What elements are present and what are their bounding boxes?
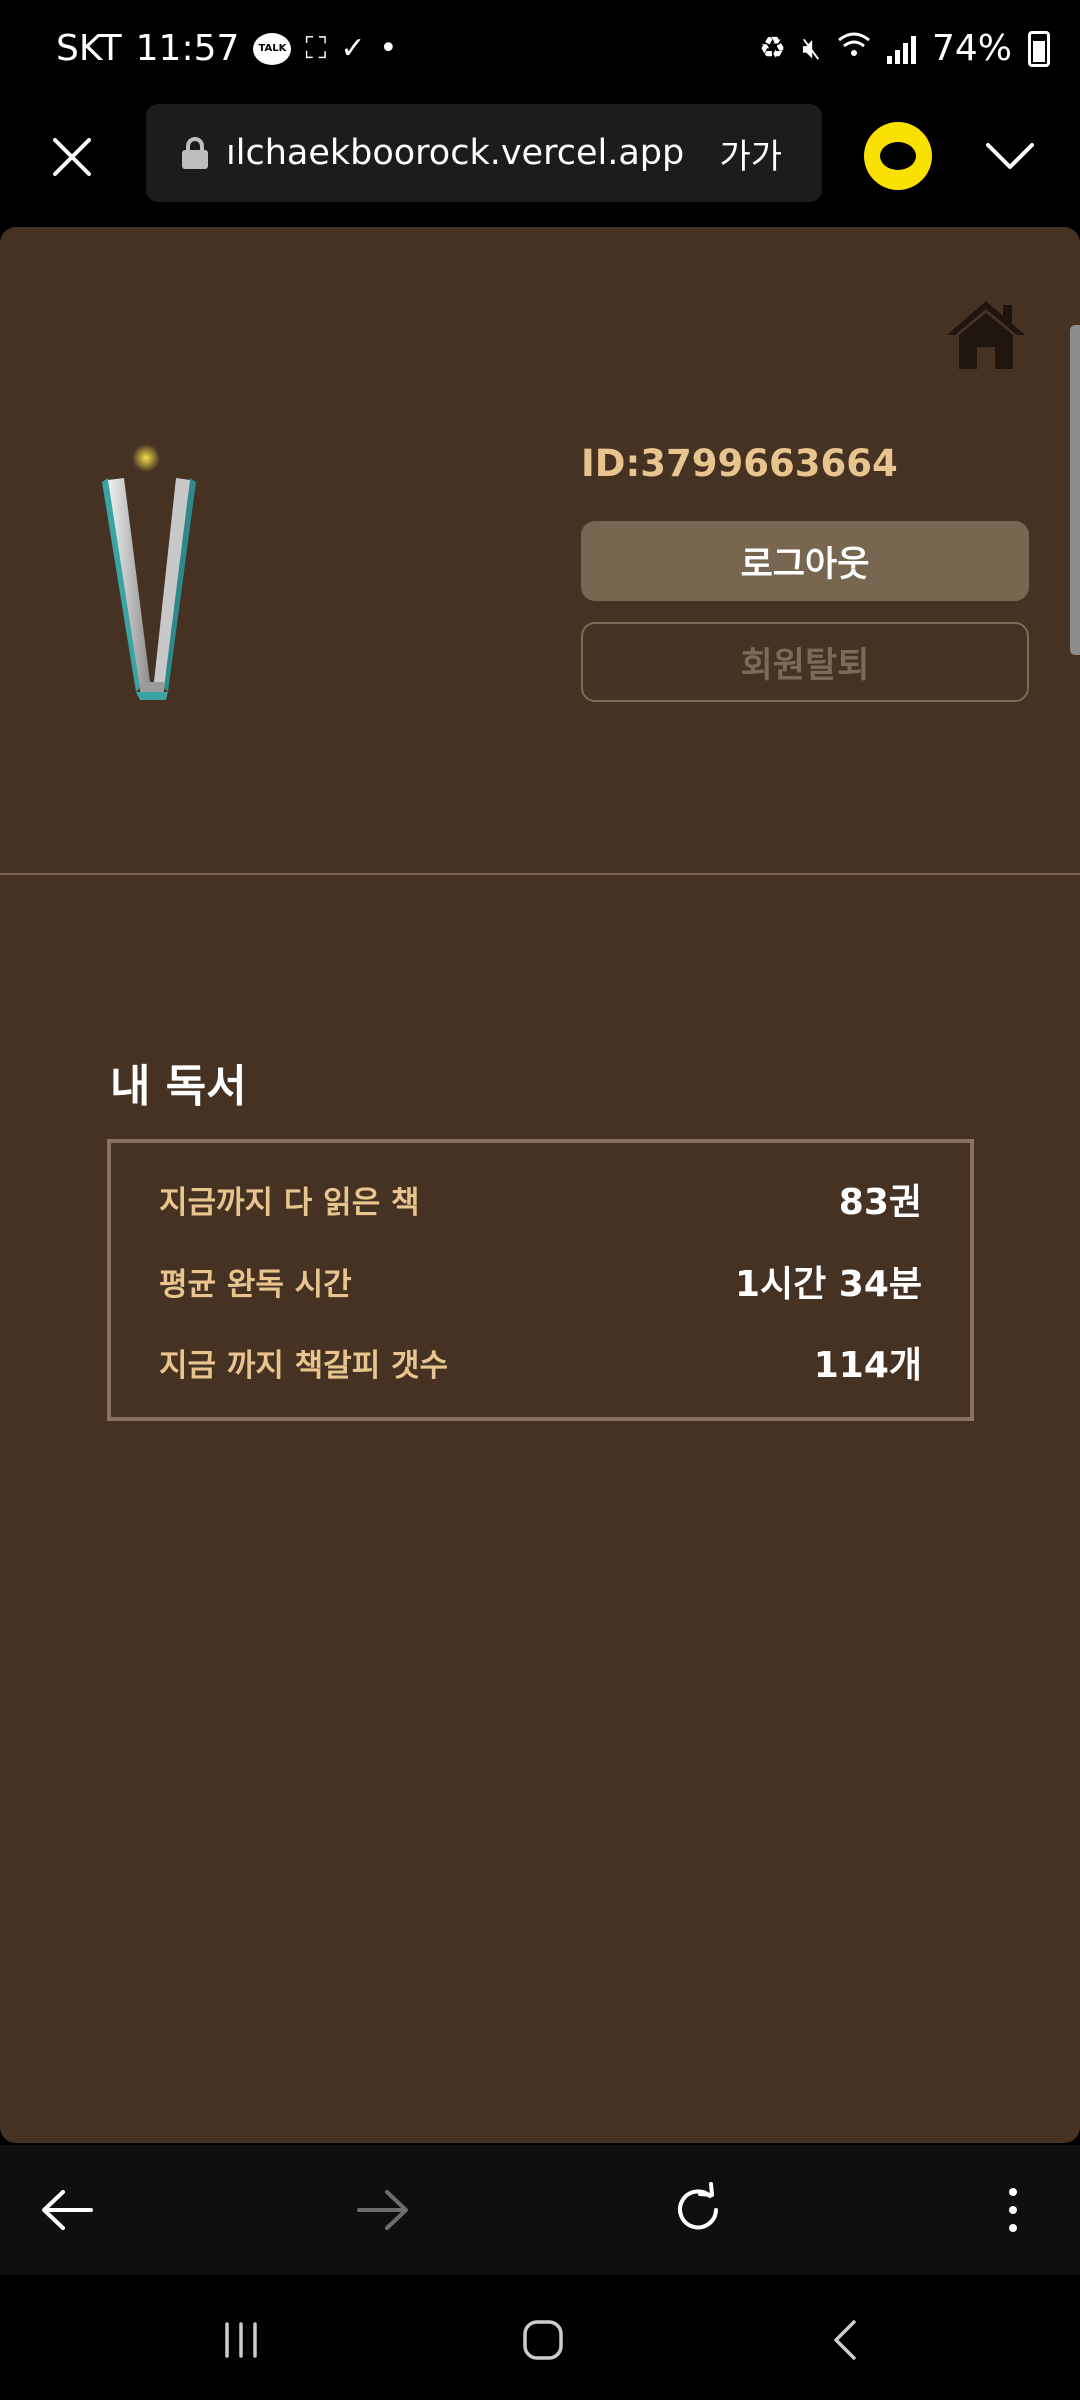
browser-toolbar — [0, 2145, 1080, 2275]
arrow-right-icon — [357, 2190, 408, 2230]
system-navigation-bar — [0, 2275, 1080, 2400]
status-bar: SKT 11:57 TALK ⛶ ✓ • ♻ 🔇︎ 74% — [0, 0, 1080, 100]
logout-button[interactable]: 로그아웃 — [581, 521, 1029, 601]
home-nav-icon — [523, 2320, 563, 2360]
stat-label: 지금 까지 책갈피 갯수 — [159, 1347, 449, 1384]
status-right: ♻ 🔇︎ 74% — [759, 28, 1050, 69]
reading-stats-box: 지금까지 다 읽은 책 83권 평균 완독 시간 1시간 34분 지금 까지 책… — [107, 1139, 974, 1421]
home-button[interactable] — [945, 299, 1027, 371]
text-size-button[interactable]: 가가 — [719, 129, 782, 178]
back-nav-button[interactable] — [800, 2295, 890, 2385]
battery-percent: 74% — [931, 28, 1012, 69]
user-id: ID:3799663664 — [581, 442, 898, 485]
close-icon — [53, 138, 91, 176]
stat-label: 평균 완독 시간 — [159, 1266, 352, 1303]
browser-menu-button[interactable] — [980, 126, 1040, 186]
battery-saver-icon: ♻ — [759, 31, 787, 66]
section-title: 내 독서 — [110, 1061, 247, 1112]
dot-icon: • — [379, 31, 398, 66]
arrow-left-icon — [42, 2190, 93, 2230]
back-nav-icon — [834, 2320, 856, 2360]
home-icon — [947, 301, 1025, 369]
home-nav-button[interactable] — [498, 2295, 588, 2385]
stat-value: 83권 — [838, 1182, 922, 1223]
chevron-down-icon — [986, 143, 1034, 169]
browser-url-bar: ılchaekboorock.vercel.app 가가 — [0, 100, 1080, 225]
mute-icon: 🔇︎ — [802, 31, 821, 66]
reload-button[interactable] — [653, 2165, 743, 2255]
clock: 11:57 — [135, 28, 240, 69]
close-tab-button[interactable] — [40, 125, 104, 189]
wifi-icon — [837, 31, 871, 67]
stat-row-books-read: 지금까지 다 읽은 책 83권 — [159, 1173, 922, 1225]
url-text: ılchaekboorock.vercel.app — [226, 133, 685, 173]
forward-button[interactable] — [338, 2165, 428, 2255]
stat-row-avg-time: 평균 완독 시간 1시간 34분 — [159, 1255, 922, 1307]
signal-icon — [886, 34, 916, 64]
stat-value: 114개 — [813, 1345, 922, 1386]
withdraw-button[interactable]: 회원탈퇴 — [581, 622, 1029, 702]
kakao-talk-icon — [880, 142, 916, 170]
battery-icon — [1028, 30, 1050, 67]
stat-row-bookmarks: 지금 까지 책갈피 갯수 114개 — [159, 1336, 922, 1388]
recent-apps-button[interactable] — [196, 2295, 286, 2385]
talk-icon: TALK — [253, 32, 292, 65]
app-logo — [96, 442, 202, 702]
check-icon: ✓ — [340, 31, 366, 66]
stat-label: 지금까지 다 읽은 책 — [159, 1184, 420, 1221]
status-left: SKT 11:57 TALK ⛶ ✓ • — [56, 28, 397, 69]
divider — [0, 873, 1080, 875]
more-options-button[interactable] — [968, 2165, 1058, 2255]
reload-icon — [678, 2182, 718, 2230]
stat-value: 1시간 34분 — [734, 1264, 922, 1305]
screenshot-icon: ⛶ — [305, 31, 327, 66]
address-field[interactable]: ılchaekboorock.vercel.app 가가 — [146, 104, 822, 202]
lock-icon — [182, 137, 208, 169]
more-vertical-icon — [1009, 2188, 1017, 2232]
carrier: SKT — [56, 28, 122, 69]
recent-apps-icon — [225, 2322, 257, 2358]
back-button[interactable] — [22, 2165, 112, 2255]
scrollbar[interactable] — [1070, 325, 1080, 655]
kakao-share-button[interactable] — [864, 122, 932, 190]
page-content: ID:3799663664 로그아웃 회원탈퇴 내 독서 지금까지 다 읽은 책… — [0, 227, 1080, 2143]
